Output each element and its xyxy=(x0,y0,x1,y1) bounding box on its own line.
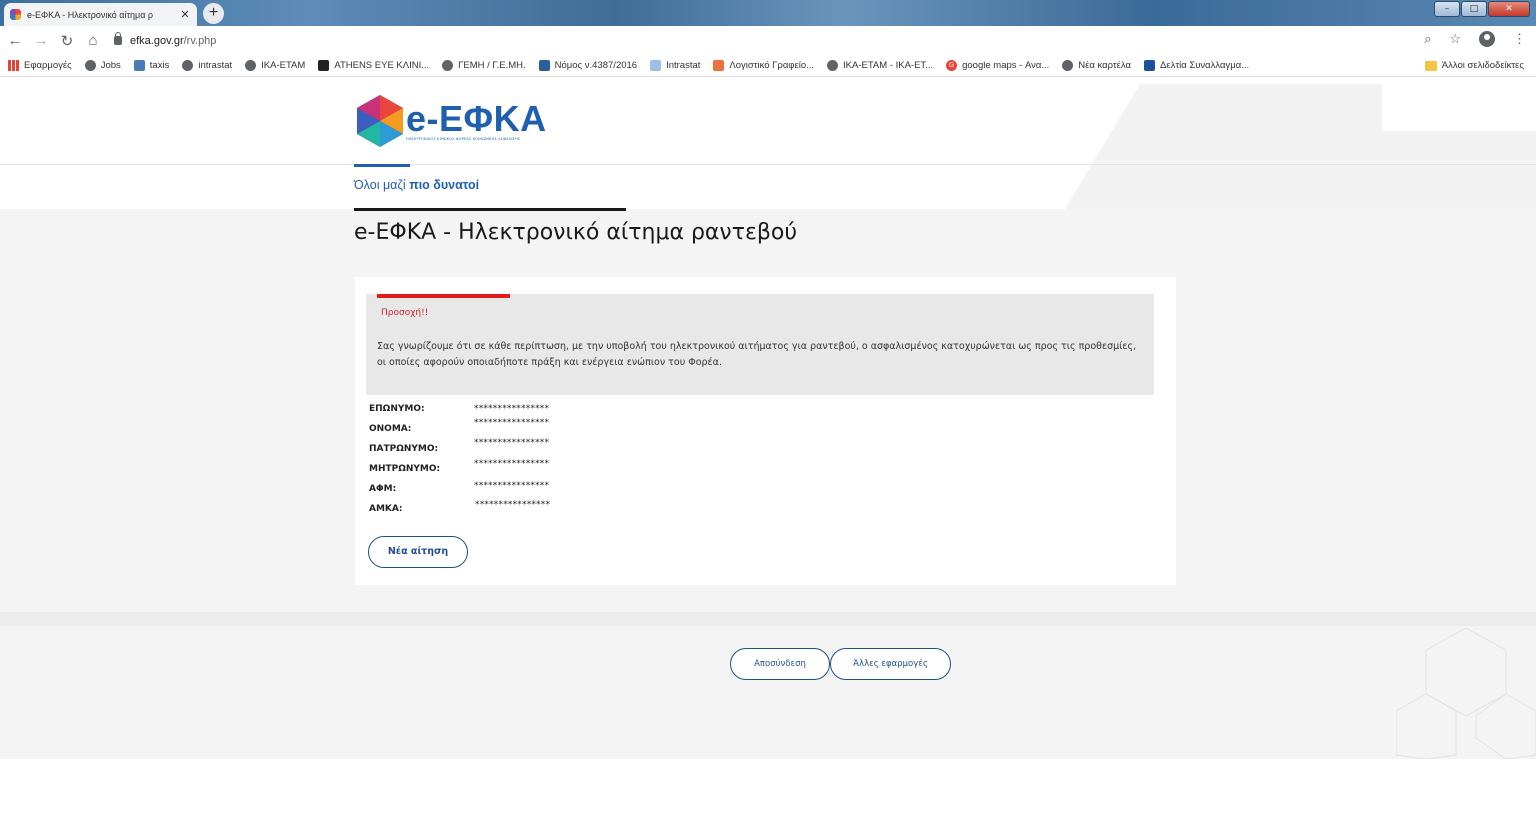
logo-wordmark: e-ΕΦΚΑ xyxy=(406,98,547,139)
bookmark-exchange-rates[interactable]: Δελτία Συναλλαγμα... xyxy=(1144,60,1249,71)
tab-title: e-ΕΦΚΑ - Ηλεκτρονικό αίτημα ρ xyxy=(27,9,154,20)
field-value-surname: **************** xyxy=(474,404,550,414)
forward-arrow-icon[interactable]: → xyxy=(28,32,54,49)
field-label-mother-name: ΜΗΤΡΩΝΥΜΟ: xyxy=(369,464,441,474)
page: e-ΕΦΚΑ ΗΛΕΚΤΡΟΝΙΚΟΣ ΕΘΝΙΚΟΣ ΦΟΡΕΑΣ ΚΟΙΝΩ… xyxy=(0,78,1536,822)
field-label-amka: ΑΜΚΑ: xyxy=(369,504,403,514)
browser-toolbar: ← → ↻ ⌂ efka.gov.gr/rv.php ⌕ ☆ ⋮ xyxy=(0,26,1536,55)
url-text: efka.gov.gr/rv.php xyxy=(130,34,217,47)
law-site-icon xyxy=(538,60,550,71)
taxis-icon xyxy=(133,60,145,71)
back-arrow-icon[interactable]: ← xyxy=(2,32,28,49)
google-icon: G xyxy=(946,60,958,71)
bank-icon xyxy=(1144,60,1155,71)
bookmark-apps[interactable]: Εφαρμογές xyxy=(8,60,72,71)
new-request-button[interactable]: Νέα αίτηση xyxy=(368,536,468,568)
globe-icon xyxy=(827,60,839,71)
bookmark-ika-etam[interactable]: ΙΚΑ-ΕΤΑΜ xyxy=(245,60,305,71)
field-value-mother-name: **************** xyxy=(474,459,550,469)
bookmark-accounting[interactable]: Λογιστικό Γραφείο... xyxy=(713,60,814,71)
document-icon xyxy=(650,60,662,71)
bookmark-google-maps[interactable]: Ggoogle maps - Ανα... xyxy=(946,60,1049,71)
bookmark-law[interactable]: Νόμος ν.4387/2016 xyxy=(538,60,637,71)
field-label-father-name: ΠΑΤΡΩΝΥΜΟ: xyxy=(369,444,439,454)
window-controls: – □ ✕ xyxy=(1434,1,1530,17)
zoom-icon[interactable]: ⌕ xyxy=(1424,31,1431,47)
field-label-surname: ΕΠΩΝΥΜΟ: xyxy=(369,404,425,414)
logout-button[interactable]: Αποσύνδεση xyxy=(730,648,830,680)
warning-notice: Προσοχή!! Σας γνωρίζουμε ότι σε κάθε περ… xyxy=(366,294,1154,395)
athens-eye-icon xyxy=(318,60,330,71)
header-corner xyxy=(1382,84,1536,131)
minimize-icon[interactable]: – xyxy=(1434,1,1460,17)
maximize-icon[interactable]: □ xyxy=(1461,1,1487,17)
folder-icon xyxy=(1424,60,1437,71)
field-label-afm: ΑΦΜ: xyxy=(369,484,397,494)
bookmarks-bar: Εφαρμογές Jobs taxis intrastat ΙΚΑ-ΕΤΑΜ … xyxy=(0,55,1536,77)
field-value-name: **************** xyxy=(474,418,550,428)
browser-tab[interactable]: e-ΕΦΚΑ - Ηλεκτρονικό αίτημα ρ ✕ xyxy=(4,3,197,26)
bookmark-intrastat[interactable]: intrastat xyxy=(182,60,232,71)
field-value-afm: **************** xyxy=(474,481,550,491)
joomla-icon xyxy=(713,60,725,71)
close-tab-icon[interactable]: ✕ xyxy=(179,8,191,21)
menu-kebab-icon[interactable]: ⋮ xyxy=(1513,31,1526,47)
star-bookmark-icon[interactable]: ☆ xyxy=(1449,31,1461,47)
personal-details: ΕΠΩΝΥΜΟ: **************** ΟΝΟΜΑ: *******… xyxy=(369,404,669,524)
notice-title: Προσοχή!! xyxy=(381,308,429,318)
bookmark-taxis[interactable]: taxis xyxy=(133,60,169,71)
profile-avatar-icon[interactable] xyxy=(1479,31,1495,47)
header-divider xyxy=(0,164,1536,165)
bookmark-new-tab[interactable]: Νέα καρτέλα xyxy=(1062,60,1131,71)
footer xyxy=(0,612,1536,759)
logo-subtitle: ΗΛΕΚΤΡΟΝΙΚΟΣ ΕΘΝΙΚΟΣ ΦΟΡΕΑΣ ΚΟΙΝΩΝΙΚΗΣ Α… xyxy=(406,137,521,141)
tagline: Όλοι μαζί πιο δυνατοί xyxy=(354,178,480,192)
lock-icon xyxy=(114,32,122,45)
globe-icon xyxy=(245,60,257,71)
home-icon[interactable]: ⌂ xyxy=(80,32,106,49)
address-bar[interactable]: efka.gov.gr/rv.php xyxy=(108,30,1443,51)
field-value-amka: **************** xyxy=(475,500,551,510)
close-window-icon[interactable]: ✕ xyxy=(1488,1,1530,17)
globe-icon xyxy=(84,60,96,71)
hexagon-decoration-icon xyxy=(1396,627,1536,759)
new-tab-button[interactable]: + xyxy=(203,3,224,24)
bookmark-gemh[interactable]: ΓΕΜΗ / Γ.Ε.ΜΗ. xyxy=(442,60,526,71)
other-apps-button[interactable]: Άλλες εφαρμογές xyxy=(830,648,951,680)
notice-text: Σας γνωρίζουμε ότι σε κάθε περίπτωση, με… xyxy=(377,341,1137,368)
bookmark-intrastat-2[interactable]: Intrastat xyxy=(650,60,700,71)
browser-tabstrip: e-ΕΦΚΑ - Ηλεκτρονικό αίτημα ρ ✕ + – □ ✕ xyxy=(0,0,1536,26)
efka-favicon-icon xyxy=(10,9,21,20)
title-accent-bar xyxy=(354,208,626,211)
globe-icon xyxy=(1062,60,1074,71)
other-bookmarks[interactable]: Άλλοι σελιδοδείκτες xyxy=(1424,60,1524,71)
field-value-father-name: **************** xyxy=(474,438,550,448)
field-label-name: ΟΝΟΜΑ: xyxy=(369,424,412,434)
bookmark-athens-eye[interactable]: ATHENS EYE ΚΛΙΝΙ... xyxy=(318,60,429,71)
bookmark-jobs[interactable]: Jobs xyxy=(84,60,121,71)
globe-icon xyxy=(442,60,454,71)
appointment-card: Προσοχή!! Σας γνωρίζουμε ότι σε κάθε περ… xyxy=(355,277,1176,585)
page-title: e-ΕΦΚΑ - Ηλεκτρονικό αίτημα ραντεβού xyxy=(354,220,798,245)
notice-red-bar xyxy=(377,294,510,298)
globe-icon xyxy=(182,60,194,71)
apps-grid-icon xyxy=(8,60,19,71)
bookmark-ika-etam-2[interactable]: ΙΚΑ-ΕΤΑΜ - ΙΚΑ-ΕΤ... xyxy=(827,60,933,71)
tagline-accent xyxy=(354,164,410,167)
field-row: ΑΜΚΑ: **************** xyxy=(369,500,669,524)
reload-icon[interactable]: ↻ xyxy=(54,32,80,50)
